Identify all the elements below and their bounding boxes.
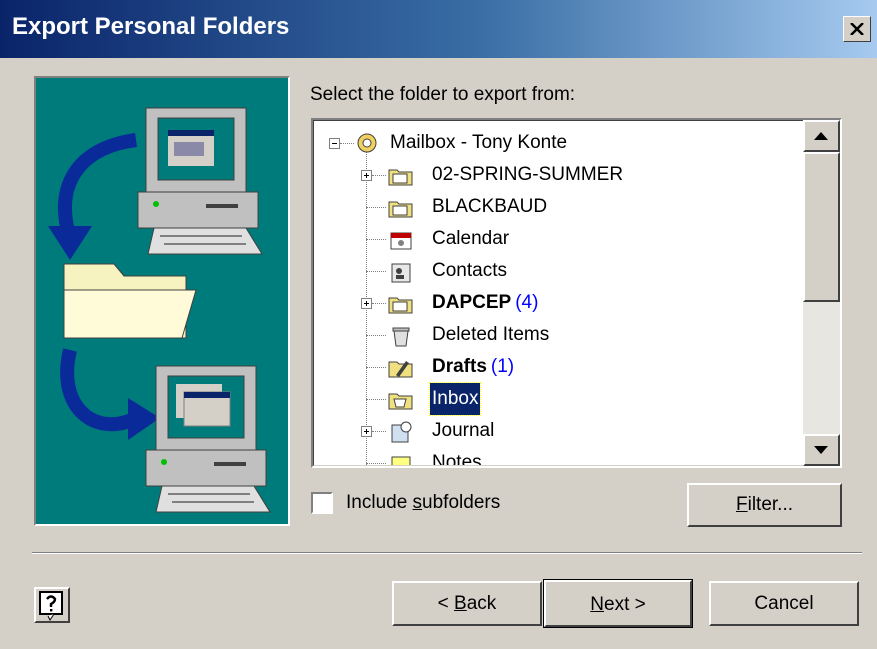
notes-icon <box>391 456 411 465</box>
wizard-illustration <box>34 76 290 526</box>
expand-toggle[interactable] <box>361 298 372 309</box>
computer-icon <box>137 107 263 255</box>
include-subfolders-label: Include subfolders <box>346 492 501 513</box>
folder-tree[interactable]: Mailbox - Tony Konte 02-SPRING-SUMMER BL… <box>311 118 842 468</box>
unread-count: (1) <box>490 356 515 377</box>
computer-icon <box>145 365 271 513</box>
title-bar[interactable]: Export Personal Folders <box>0 0 877 58</box>
drafts-icon <box>388 361 413 378</box>
folder-prompt: Select the folder to export from: <box>310 84 576 105</box>
cancel-button[interactable]: Cancel <box>709 581 859 626</box>
close-icon <box>850 23 864 35</box>
expand-toggle[interactable] <box>361 426 372 437</box>
calendar-icon <box>390 232 412 250</box>
folder-icon <box>63 263 197 339</box>
tree-scrollbar[interactable] <box>803 120 840 466</box>
contacts-icon <box>391 263 411 283</box>
outlook-today-icon <box>357 133 377 153</box>
scroll-thumb[interactable] <box>803 152 840 302</box>
help-button[interactable] <box>34 587 70 623</box>
filter-button[interactable]: Filter... <box>687 483 842 527</box>
back-button[interactable]: < Back <box>392 581 542 626</box>
expand-toggle[interactable] <box>361 170 372 181</box>
trash-icon <box>392 327 410 347</box>
arrow-down-icon <box>814 446 828 454</box>
journal-icon <box>391 421 412 443</box>
mail-folder-icon <box>388 297 413 314</box>
arrow-up-icon <box>814 132 828 140</box>
close-button[interactable] <box>843 16 871 42</box>
unread-count: (4) <box>515 292 539 313</box>
window-title: Export Personal Folders <box>12 13 290 40</box>
checkbox-box[interactable] <box>311 492 333 514</box>
mail-folder-icon <box>388 201 413 218</box>
inbox-icon <box>388 393 413 410</box>
next-button[interactable]: Next > <box>543 579 693 628</box>
scroll-up-button[interactable] <box>803 120 840 152</box>
divider <box>32 553 862 554</box>
collapse-toggle[interactable] <box>329 138 340 149</box>
help-icon <box>39 591 63 621</box>
mail-folder-icon <box>388 169 413 186</box>
scroll-down-button[interactable] <box>803 434 840 466</box>
